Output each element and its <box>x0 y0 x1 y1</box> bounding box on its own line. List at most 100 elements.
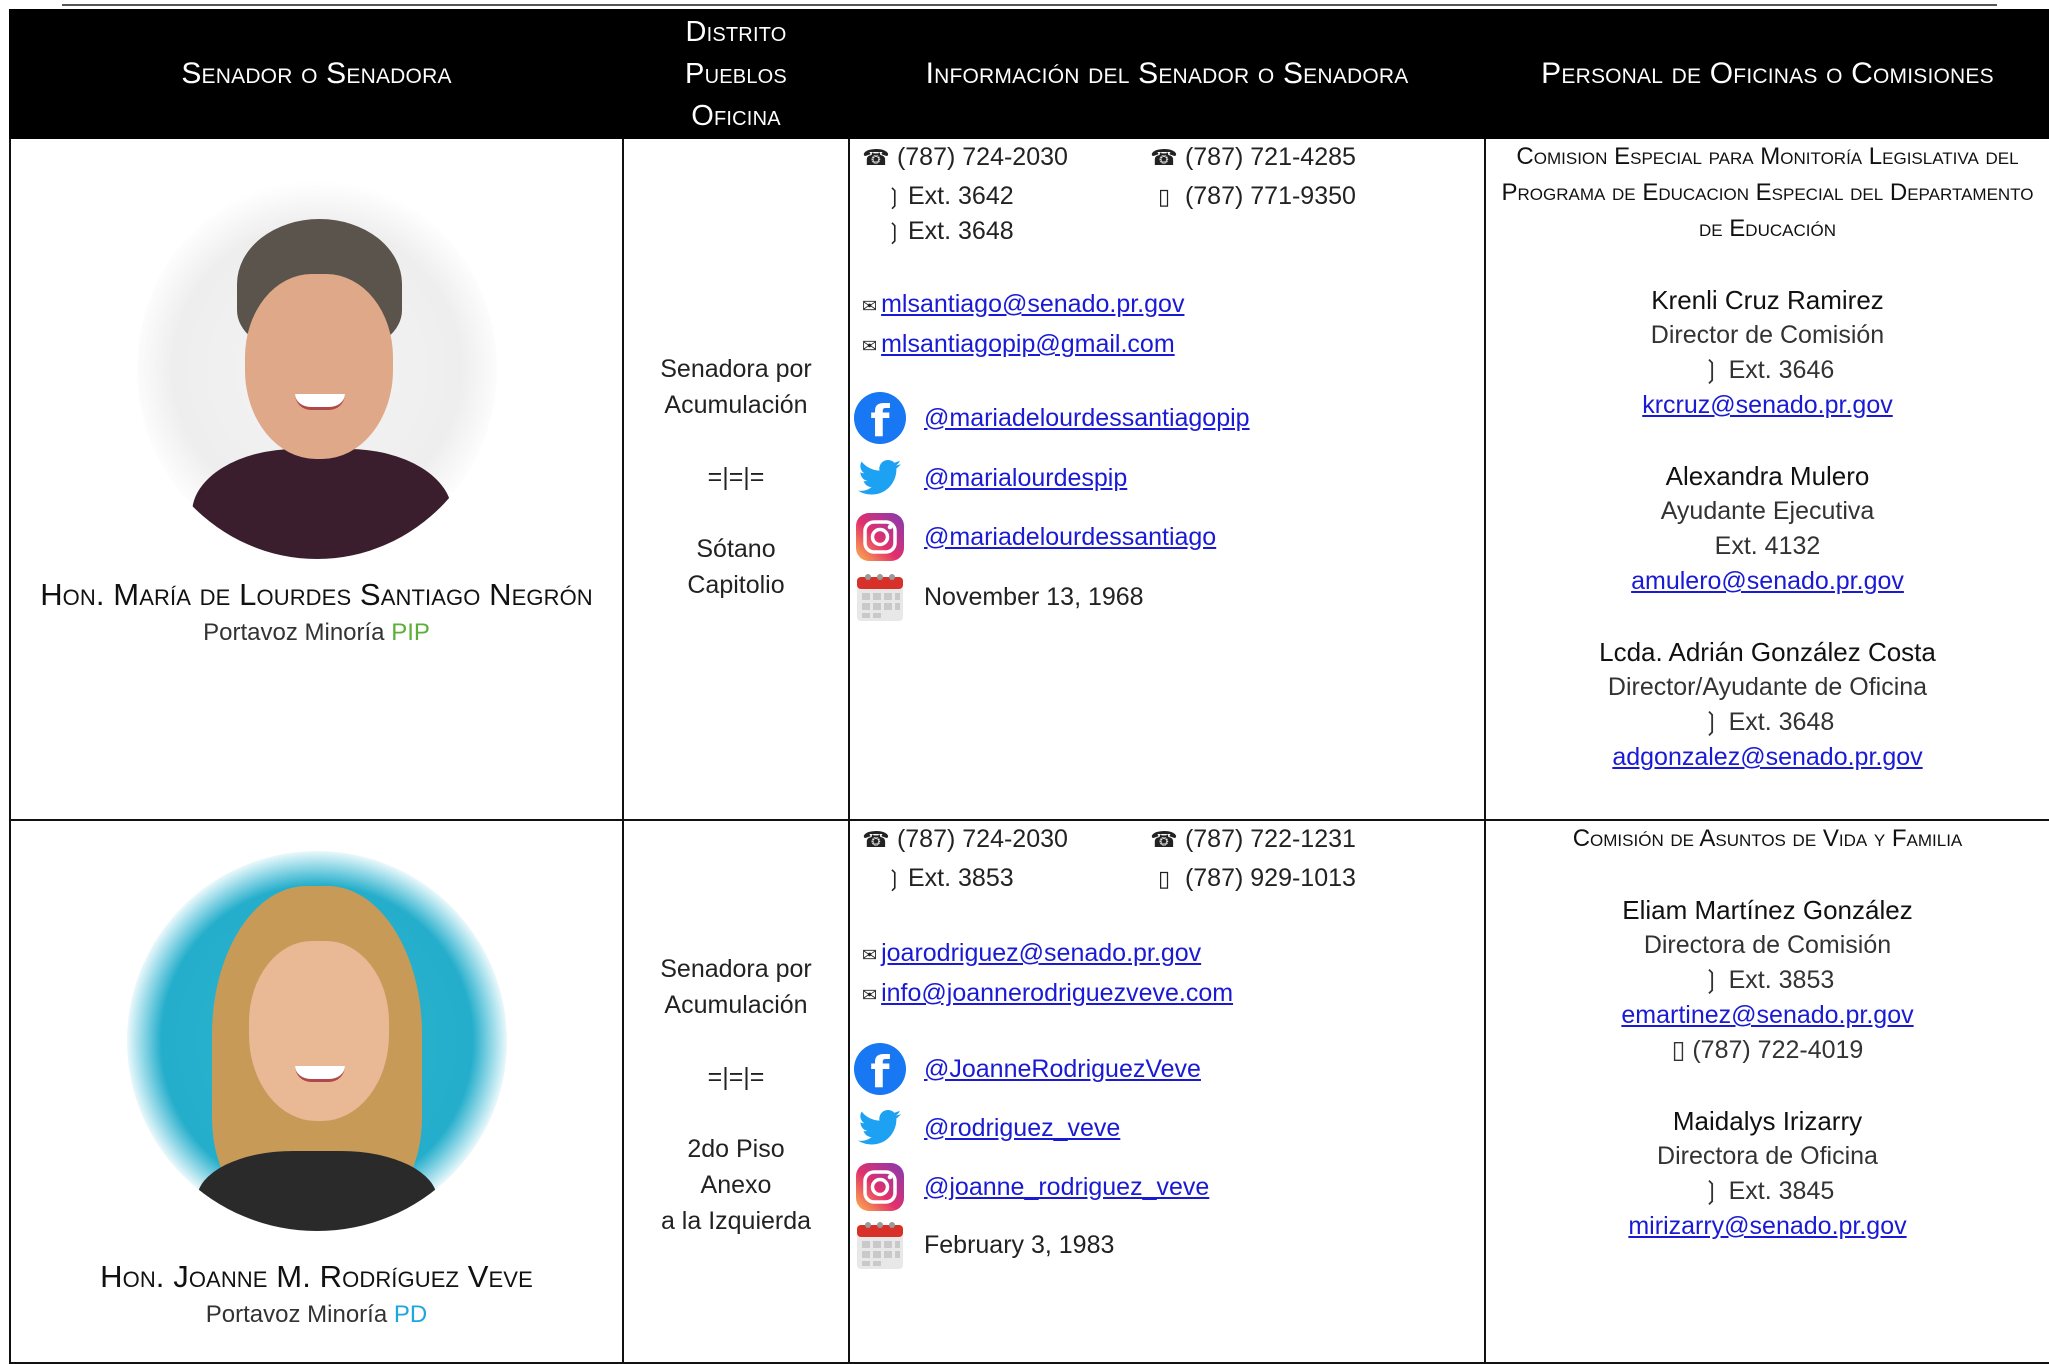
email-link[interactable]: info@joannerodriguezveve.com <box>881 979 1233 1007</box>
telephone-icon: ☎ <box>862 827 890 852</box>
staff-email-link[interactable]: adgonzalez@senado.pr.gov <box>1612 743 1922 771</box>
party-label: PIP <box>391 619 430 646</box>
table-row: Hon. María de Lourdes Santiago Negrón Po… <box>9 137 2049 821</box>
district-separator: =|=|= <box>707 463 765 491</box>
envelope-icon: ✉ <box>862 336 878 356</box>
instagram-link[interactable]: @joanne_rodriguez_veve <box>924 1173 1209 1202</box>
mobile-phone: ▯ (787) 771-9350 <box>1150 182 1356 211</box>
twitter-link[interactable]: @marialourdespip <box>924 464 1127 493</box>
instagram-link[interactable]: @mariadelourdessantiago <box>924 523 1216 552</box>
extension-icon: ❳ <box>1700 1177 1729 1205</box>
staff-name: Alexandra Mulero <box>1665 461 1870 491</box>
extension-text: Ext. 3853 <box>908 864 1014 892</box>
office-line: Sótano <box>696 535 776 563</box>
staff-extension: ❳ Ext. 3853 <box>1486 963 2049 998</box>
header-towns-line: Pueblos <box>685 58 787 90</box>
district-line: Senadora por <box>660 955 812 983</box>
office-line: Anexo <box>700 1171 772 1199</box>
calendar-icon <box>854 1219 906 1271</box>
senator-photo <box>136 179 497 559</box>
extension-text: Ext. 3642 <box>908 182 1014 210</box>
birthday-row: February 3, 1983 <box>854 1219 1114 1271</box>
twitter-link[interactable]: @rodriguez_veve <box>924 1114 1120 1143</box>
staff-member: Maidalys Irizarry Directora de Oficina ❳… <box>1486 1104 2049 1244</box>
table-row: Hon. Joanne M. Rodríguez Veve Portavoz M… <box>9 819 2049 1364</box>
staff-mobile: ▯ (787) 722-4019 <box>1486 1033 2049 1068</box>
mobile-phone-icon: ▯ <box>1157 184 1171 209</box>
staff-email-link[interactable]: krcruz@senado.pr.gov <box>1642 391 1893 419</box>
email-row: ✉ mlsantiagopip@gmail.com <box>862 330 1175 359</box>
staff-title: Ayudante Ejecutiva <box>1660 497 1875 525</box>
header-office-line: Oficina <box>691 100 781 132</box>
phone-alt: ☎ (787) 722-1231 <box>1150 825 1356 854</box>
staff-name: Lcda. Adrián González Costa <box>1599 637 1936 667</box>
email-row: ✉ joarodriguez@senado.pr.gov <box>862 939 1201 968</box>
instagram-icon <box>854 511 906 563</box>
staff-email-link[interactable]: mirizarry@senado.pr.gov <box>1628 1212 1906 1240</box>
district-cell: Senadora por Acumulación =|=|= 2do Piso … <box>622 819 850 1364</box>
birthday-text: November 13, 1968 <box>924 582 1144 611</box>
party-label: PD <box>393 1301 428 1328</box>
telephone-icon: ☎ <box>862 145 890 170</box>
top-rule <box>62 4 1997 6</box>
senators-table: Senador o Senadora Distrito Pueblos Ofic… <box>9 9 2049 1364</box>
staff-email-link[interactable]: amulero@senado.pr.gov <box>1631 567 1904 595</box>
extension-text: Ext. 3648 <box>1728 708 1835 736</box>
table-header-row: Senador o Senadora Distrito Pueblos Ofic… <box>9 9 2049 139</box>
extension: ❳ Ext. 3648 <box>880 217 1014 246</box>
instagram-icon <box>854 1161 906 1213</box>
staff-email-link[interactable]: emartinez@senado.pr.gov <box>1621 1001 1913 1029</box>
staff-title: Director/Ayudante de Oficina <box>1607 673 1928 701</box>
extension-text: Ext. 3646 <box>1728 356 1835 384</box>
email-link[interactable]: mlsantiago@senado.pr.gov <box>881 290 1184 318</box>
mobile-phone-icon: ▯ <box>1671 1036 1693 1064</box>
phone-text: (787) 724-2030 <box>896 143 1068 171</box>
office-line: Capitolio <box>687 571 785 599</box>
instagram-row: @joanne_rodriguez_veve <box>854 1161 1209 1213</box>
district-line: Acumulación <box>664 391 808 419</box>
twitter-icon <box>854 1102 906 1154</box>
staff-member: Krenli Cruz Ramirez Director de Comisión… <box>1486 283 2049 423</box>
mobile-text: (787) 771-9350 <box>1184 182 1356 210</box>
telephone-icon: ☎ <box>1150 827 1178 852</box>
staff-member: Alexandra Mulero Ayudante Ejecutiva Ext.… <box>1486 459 2049 599</box>
extension-icon: ❳ <box>884 184 904 209</box>
extension: ❳ Ext. 3853 <box>880 864 1014 893</box>
senator-role: Portavoz Minoría PD <box>11 1301 622 1329</box>
info-cell: ☎ (787) 724-2030 ❳ Ext. 3853 ☎ (787) 722-… <box>848 819 1486 1364</box>
extension-icon: ❳ <box>1700 966 1729 994</box>
extension-text: Ext. 3845 <box>1728 1177 1835 1205</box>
instagram-row: @mariadelourdessantiago <box>854 511 1216 563</box>
birthday-text: February 3, 1983 <box>924 1230 1115 1259</box>
email-link[interactable]: joarodriguez@senado.pr.gov <box>881 939 1201 967</box>
staff-extension: ❳ Ext. 3648 <box>1486 705 2049 740</box>
mobile-text: (787) 929-1013 <box>1184 864 1356 892</box>
staff-extension: ❳ Ext. 3845 <box>1486 1174 2049 1209</box>
staff-name: Maidalys Irizarry <box>1672 1106 1863 1136</box>
district-line: Acumulación <box>664 991 808 1019</box>
district-separator: =|=|= <box>707 1063 765 1091</box>
email-link[interactable]: mlsantiagopip@gmail.com <box>881 330 1175 358</box>
facebook-icon: f <box>854 1043 906 1095</box>
senator-cell: Hon. Joanne M. Rodríguez Veve Portavoz M… <box>9 819 624 1364</box>
mobile-phone-icon: ▯ <box>1157 866 1171 891</box>
birthday-row: November 13, 1968 <box>854 571 1144 623</box>
senator-name: Hon. María de Lourdes Santiago Negrón <box>40 577 593 612</box>
staff-member: Eliam Martínez González Directora de Com… <box>1486 893 2049 1068</box>
envelope-icon: ✉ <box>862 945 878 965</box>
senator-photo <box>126 851 507 1231</box>
staff-cell: Comisión de Asuntos de Vida y Familia El… <box>1484 819 2049 1364</box>
phone-text: (787) 724-2030 <box>896 825 1068 853</box>
staff-name: Eliam Martínez González <box>1622 895 1913 925</box>
telephone-icon: ☎ <box>1150 145 1178 170</box>
facebook-link[interactable]: @JoanneRodriguezVeve <box>924 1055 1201 1084</box>
email-row: ✉ info@joannerodriguezveve.com <box>862 979 1233 1008</box>
phone-main: ☎ (787) 724-2030 <box>862 143 1068 172</box>
facebook-link[interactable]: @mariadelourdessantiagopip <box>924 404 1250 433</box>
extension-icon: ❳ <box>884 219 904 244</box>
senator-name: Hon. Joanne M. Rodríguez Veve <box>100 1259 533 1294</box>
facebook-icon: f <box>854 392 906 444</box>
commission-name: Comisión de Asuntos de Vida y Familia <box>1572 825 1963 852</box>
phone-text: (787) 722-1231 <box>1184 825 1356 853</box>
twitter-row: @marialourdespip <box>854 452 1127 504</box>
